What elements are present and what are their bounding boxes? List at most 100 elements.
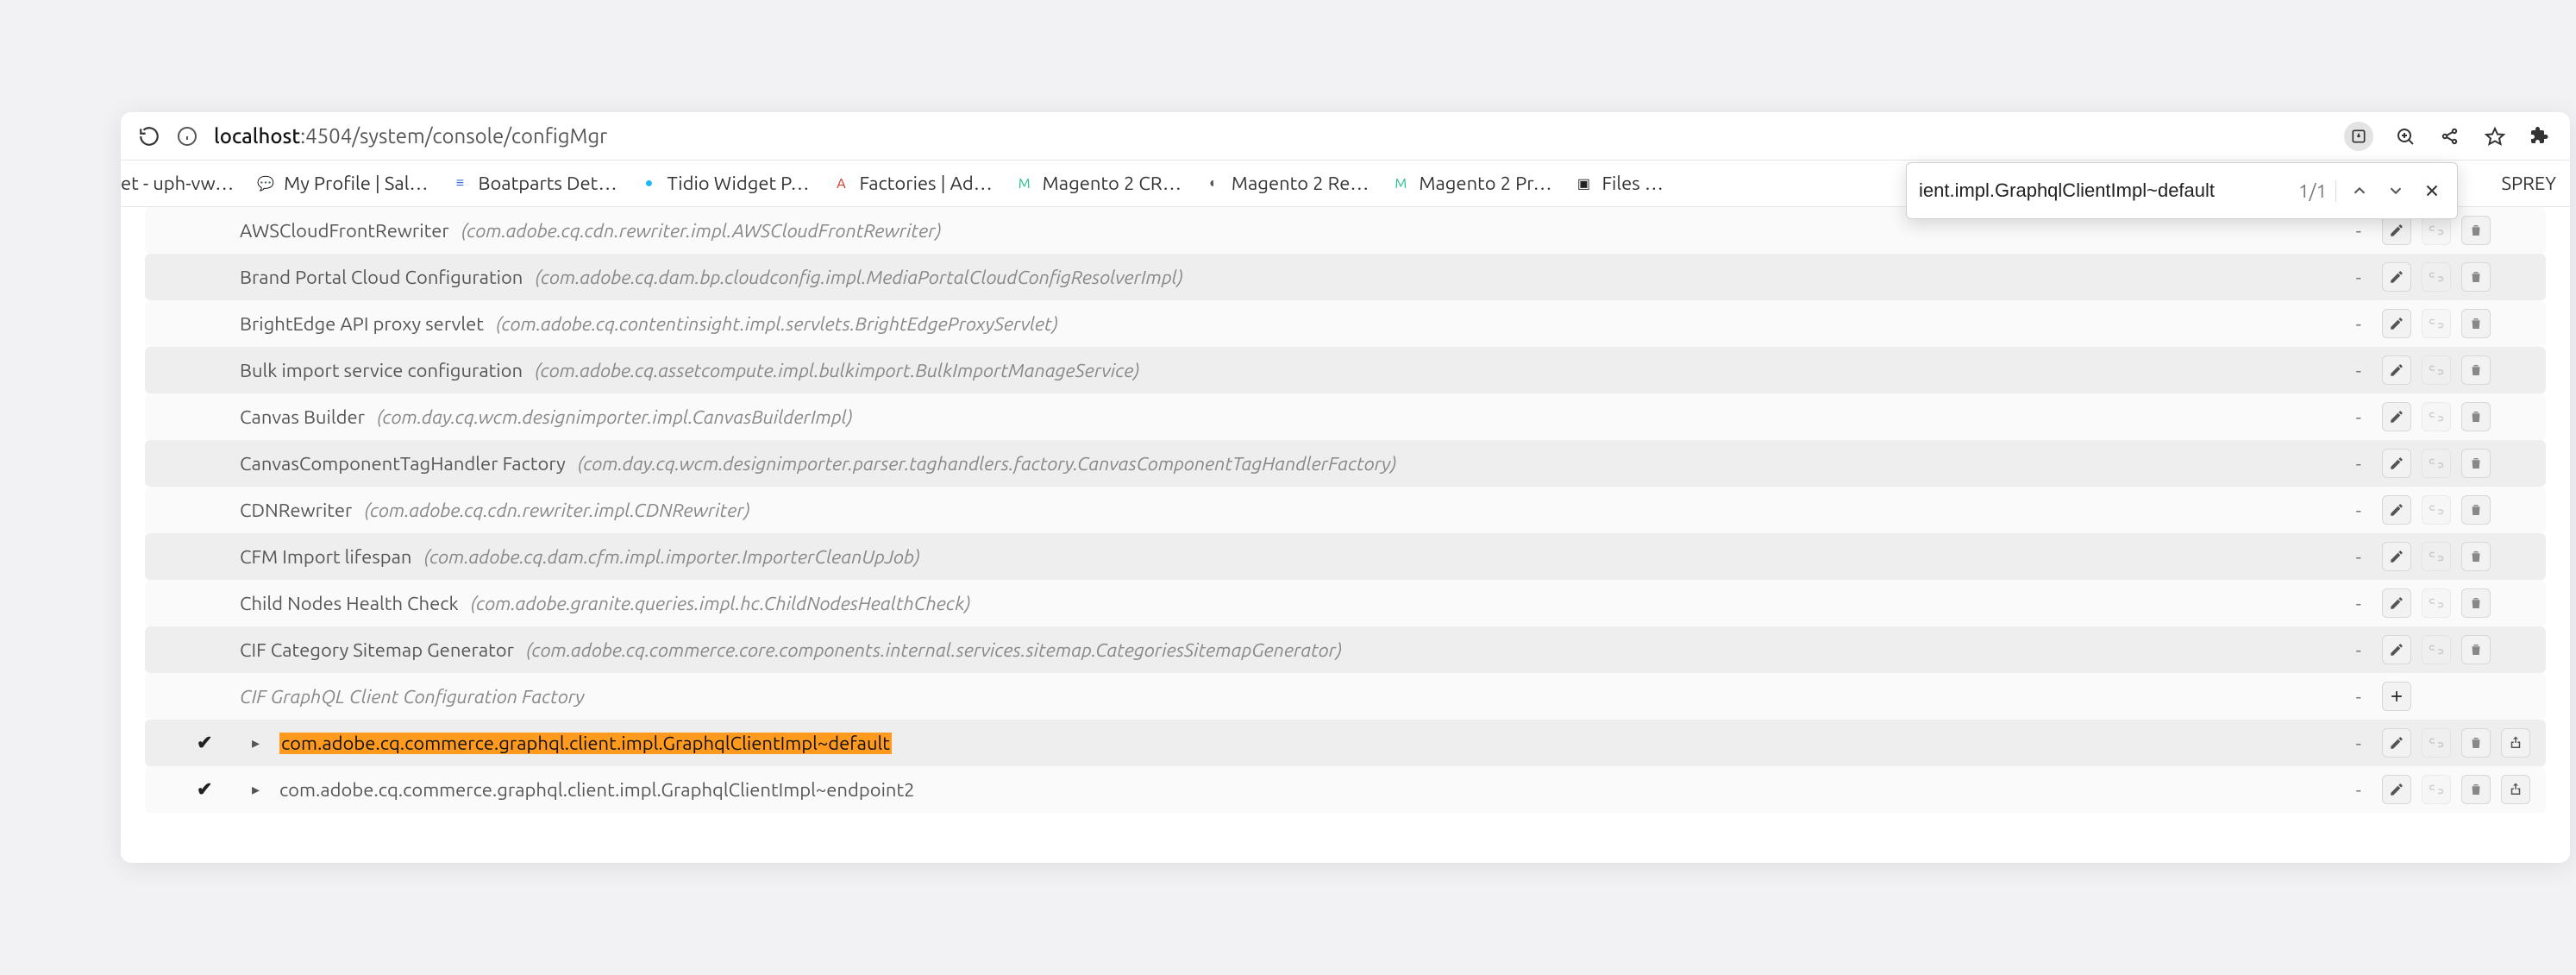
unbind-button bbox=[2422, 355, 2451, 385]
bundle-location: - bbox=[2347, 453, 2382, 475]
config-row-label: CIF Category Sitemap Generator (com.adob… bbox=[145, 639, 2347, 661]
config-row[interactable]: Brand Portal Cloud Configuration (com.ad… bbox=[145, 254, 2546, 300]
find-close-icon[interactable] bbox=[2419, 178, 2445, 204]
copy-button[interactable] bbox=[2501, 728, 2530, 758]
expand-arrow-icon[interactable]: ▸ bbox=[252, 781, 267, 799]
unbind-button bbox=[2422, 402, 2451, 431]
config-row[interactable]: CFM Import lifespan (com.adobe.cq.dam.cf… bbox=[145, 533, 2546, 580]
config-row-label: Bulk import service configuration (com.a… bbox=[145, 360, 2347, 381]
bookmark-star-icon[interactable] bbox=[2482, 123, 2508, 149]
edit-button[interactable] bbox=[2382, 635, 2411, 664]
config-row[interactable]: CIF GraphQL Client Configuration Factory… bbox=[145, 673, 2546, 720]
config-row-actions bbox=[2382, 216, 2546, 245]
config-row-label: AWSCloudFrontRewriter (com.adobe.cq.cdn.… bbox=[145, 220, 2347, 242]
delete-button[interactable] bbox=[2461, 355, 2491, 385]
bookmark-overflow-right[interactable]: SPREY bbox=[2501, 173, 2563, 194]
url-text[interactable]: localhost:4504/system/console/configMgr bbox=[214, 124, 607, 148]
bookmark-favicon-icon: M bbox=[1391, 174, 1410, 193]
toolbar-right bbox=[2344, 122, 2553, 151]
edit-button[interactable] bbox=[2382, 449, 2411, 478]
config-title: Canvas Builder bbox=[240, 406, 365, 428]
extensions-icon[interactable] bbox=[2527, 123, 2553, 149]
delete-button[interactable] bbox=[2461, 216, 2491, 245]
config-title: Bulk import service configuration bbox=[240, 360, 523, 381]
config-row-label: CIF GraphQL Client Configuration Factory bbox=[145, 686, 2347, 708]
config-row[interactable]: Canvas Builder (com.day.cq.wcm.designimp… bbox=[145, 393, 2546, 440]
edit-button[interactable] bbox=[2382, 775, 2411, 804]
bookmark-label: Files … bbox=[1601, 173, 1663, 194]
config-row-label: BrightEdge API proxy servlet (com.adobe.… bbox=[145, 313, 2347, 335]
bookmark-label: Boatparts Det… bbox=[478, 173, 617, 194]
bookmark-overflow-left[interactable]: et - uph-vw… bbox=[121, 173, 234, 194]
bookmark-item[interactable]: ▣Files … bbox=[1574, 173, 1663, 194]
bookmark-item[interactable]: ≡Boatparts Det… bbox=[450, 173, 617, 194]
config-row-actions bbox=[2382, 449, 2546, 478]
config-row[interactable]: Bulk import service configuration (com.a… bbox=[145, 347, 2546, 393]
edit-button[interactable] bbox=[2382, 495, 2411, 525]
bookmark-label: Tidio Widget P… bbox=[668, 173, 810, 194]
config-row[interactable]: CIF Category Sitemap Generator (com.adob… bbox=[145, 626, 2546, 673]
delete-button[interactable] bbox=[2461, 588, 2491, 618]
bookmark-item[interactable]: AFactories | Ad… bbox=[831, 173, 992, 194]
bookmark-favicon-icon: ● bbox=[640, 174, 659, 193]
find-input[interactable] bbox=[1919, 179, 2279, 202]
config-row-label: Canvas Builder (com.day.cq.wcm.designimp… bbox=[145, 406, 2347, 428]
config-title: AWSCloudFrontRewriter bbox=[240, 220, 449, 242]
delete-button[interactable] bbox=[2461, 542, 2491, 571]
expand-arrow-icon[interactable]: ▸ bbox=[252, 734, 267, 752]
bookmark-item[interactable]: ● Tidio Widget P… bbox=[640, 173, 810, 194]
config-row[interactable]: CanvasComponentTagHandler Factory (com.d… bbox=[145, 440, 2546, 487]
bookmark-item[interactable]: MMagento 2 CR… bbox=[1015, 173, 1181, 194]
delete-button[interactable] bbox=[2461, 635, 2491, 664]
bundle-location: - bbox=[2347, 406, 2382, 428]
site-info-icon[interactable] bbox=[176, 125, 198, 148]
delete-button[interactable] bbox=[2461, 262, 2491, 292]
delete-button[interactable] bbox=[2461, 402, 2491, 431]
edit-button[interactable] bbox=[2382, 588, 2411, 618]
find-next-icon[interactable] bbox=[2383, 178, 2409, 204]
edit-button[interactable] bbox=[2382, 542, 2411, 571]
copy-button[interactable] bbox=[2501, 775, 2530, 804]
add-button[interactable] bbox=[2382, 682, 2411, 711]
unbind-button bbox=[2422, 775, 2451, 804]
config-row-actions bbox=[2382, 588, 2546, 618]
share-icon[interactable] bbox=[2437, 123, 2463, 149]
edit-button[interactable] bbox=[2382, 216, 2411, 245]
delete-button[interactable] bbox=[2461, 728, 2491, 758]
config-row-label: CDNRewriter (com.adobe.cq.cdn.rewriter.i… bbox=[145, 500, 2347, 521]
find-prev-icon[interactable] bbox=[2347, 178, 2372, 204]
unbind-button bbox=[2422, 495, 2451, 525]
delete-button[interactable] bbox=[2461, 449, 2491, 478]
config-row[interactable]: Child Nodes Health Check (com.adobe.gran… bbox=[145, 580, 2546, 626]
config-pid: (com.day.cq.wcm.designimporter.parser.ta… bbox=[578, 453, 1397, 475]
bookmark-item[interactable]: 💬My Profile | Sal… bbox=[256, 173, 428, 194]
reload-icon[interactable] bbox=[138, 125, 160, 148]
edit-button[interactable] bbox=[2382, 355, 2411, 385]
bookmark-item[interactable]: ◐Magento 2 Re… bbox=[1204, 173, 1369, 194]
unbind-button bbox=[2422, 449, 2451, 478]
edit-button[interactable] bbox=[2382, 262, 2411, 292]
delete-button[interactable] bbox=[2461, 775, 2491, 804]
bookmark-favicon-icon: ◐ bbox=[1204, 174, 1223, 193]
browser-window: localhost:4504/system/console/configMgr … bbox=[121, 112, 2570, 863]
config-table: AWSCloudFrontRewriter (com.adobe.cq.cdn.… bbox=[145, 207, 2546, 813]
delete-button[interactable] bbox=[2461, 495, 2491, 525]
unbind-button bbox=[2422, 542, 2451, 571]
config-title: CFM Import lifespan bbox=[240, 546, 412, 568]
edit-button[interactable] bbox=[2382, 309, 2411, 338]
bundle-location: - bbox=[2347, 733, 2382, 754]
edit-button[interactable] bbox=[2382, 728, 2411, 758]
bookmark-label: Factories | Ad… bbox=[859, 173, 992, 194]
config-row-actions bbox=[2382, 542, 2546, 571]
config-pid: (com.adobe.granite.queries.impl.hc.Child… bbox=[471, 593, 971, 614]
config-row[interactable]: ✔▸com.adobe.cq.commerce.graphql.client.i… bbox=[145, 720, 2546, 766]
bookmark-item[interactable]: MMagento 2 Pr… bbox=[1391, 173, 1551, 194]
config-row[interactable]: BrightEdge API proxy servlet (com.adobe.… bbox=[145, 300, 2546, 347]
config-row[interactable]: CDNRewriter (com.adobe.cq.cdn.rewriter.i… bbox=[145, 487, 2546, 533]
delete-button[interactable] bbox=[2461, 309, 2491, 338]
config-row[interactable]: ✔▸com.adobe.cq.commerce.graphql.client.i… bbox=[145, 766, 2546, 813]
config-title: BrightEdge API proxy servlet bbox=[240, 313, 484, 335]
zoom-icon[interactable] bbox=[2392, 123, 2418, 149]
install-icon[interactable] bbox=[2344, 122, 2373, 151]
edit-button[interactable] bbox=[2382, 402, 2411, 431]
